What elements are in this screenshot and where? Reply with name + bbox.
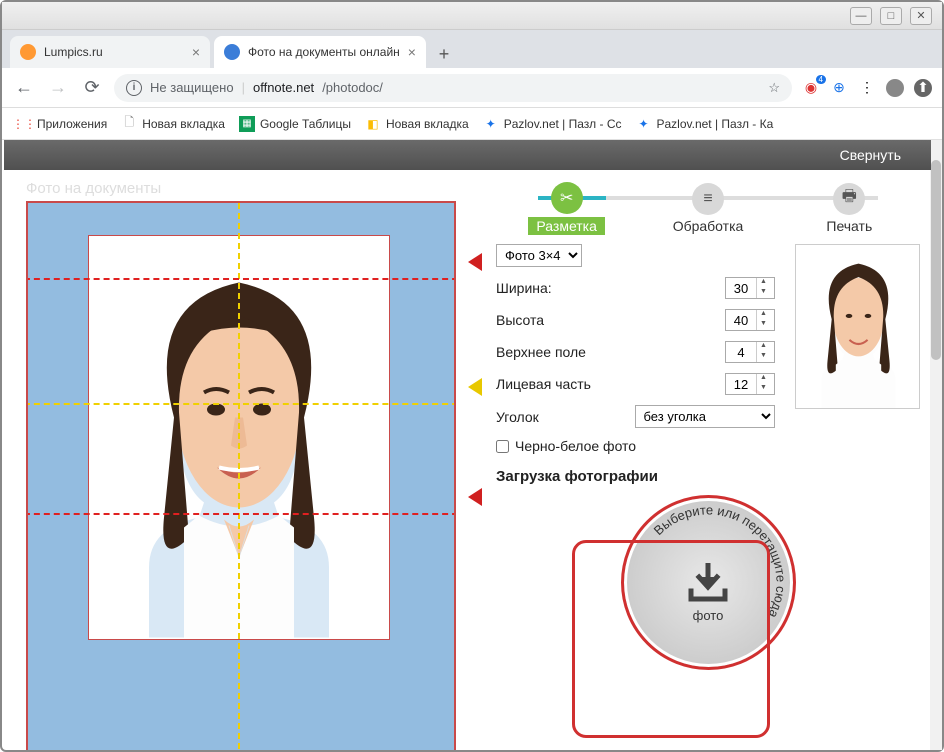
favicon-icon bbox=[20, 44, 36, 60]
arrow-eyes-icon[interactable] bbox=[468, 378, 482, 396]
bookmark-apps[interactable]: ⋮⋮Приложения bbox=[12, 114, 111, 134]
extension-icon[interactable]: ◉4 bbox=[802, 79, 820, 97]
upload-area: Выберите или перетащите сюда фото bbox=[496, 495, 920, 670]
puzzle-icon: ✦ bbox=[483, 116, 499, 132]
scrollbar[interactable] bbox=[930, 140, 942, 750]
url-host: offnote.net bbox=[253, 80, 314, 95]
wizard-steps: ✂ Разметка ≡ Обработка 🖶 Печать bbox=[496, 180, 920, 236]
tab-title: Lumpics.ru bbox=[44, 45, 103, 59]
puzzle-icon: ✦ bbox=[635, 116, 651, 132]
star-icon[interactable]: ☆ bbox=[768, 80, 780, 96]
width-label: Ширина: bbox=[496, 280, 717, 296]
controls-pane: ✂ Разметка ≡ Обработка 🖶 Печать Фото 3×4… bbox=[482, 140, 930, 750]
app-topbar: Свернуть bbox=[4, 140, 931, 170]
browser-tabs: Lumpics.ru × Фото на документы онлайн × … bbox=[2, 30, 942, 68]
page-icon: ◧ bbox=[365, 116, 381, 132]
arrow-top-icon[interactable] bbox=[468, 253, 482, 271]
step-processing[interactable]: ≡ Обработка bbox=[637, 183, 778, 234]
collapse-link[interactable]: Свернуть bbox=[840, 147, 901, 163]
url-box[interactable]: i Не защищено | offnote.net/photodoc/ ☆ bbox=[114, 74, 792, 102]
window-minimize-button[interactable]: — bbox=[850, 7, 872, 25]
top-margin-input[interactable]: ▲▼ bbox=[725, 341, 775, 363]
height-input[interactable]: ▲▼ bbox=[725, 309, 775, 331]
face-part-input[interactable]: ▲▼ bbox=[725, 373, 775, 395]
tab-photodoc[interactable]: Фото на документы онлайн × bbox=[214, 36, 426, 68]
more-icon[interactable]: ⬆ bbox=[914, 79, 932, 97]
width-input[interactable]: ▲▼ bbox=[725, 277, 775, 299]
bookmark-newtab2[interactable]: ◧Новая вкладка bbox=[361, 114, 473, 134]
bookmark-sheets[interactable]: ▦Google Таблицы bbox=[235, 114, 355, 134]
photo-frame[interactable] bbox=[26, 201, 456, 750]
address-bar: ← → ⟳ i Не защищено | offnote.net/photod… bbox=[2, 68, 942, 108]
printer-icon: 🖶 bbox=[833, 183, 865, 215]
url-path: /photodoc/ bbox=[322, 80, 383, 95]
settings-form: Фото 3×4 Ширина: ▲▼ Высота ▲▼ Верхнее по… bbox=[496, 244, 775, 454]
bw-checkbox[interactable] bbox=[496, 440, 509, 453]
window-close-button[interactable]: ✕ bbox=[910, 7, 932, 25]
corner-select[interactable]: без уголка bbox=[635, 405, 776, 428]
globe-icon[interactable]: ⊕ bbox=[830, 79, 848, 97]
corner-label: Уголок bbox=[496, 409, 627, 425]
site-info-icon[interactable]: i bbox=[126, 80, 142, 96]
page-icon: 🗋 bbox=[121, 116, 137, 132]
bookmark-pazlov1[interactable]: ✦Pazlov.net | Пазл - Сс bbox=[479, 114, 626, 134]
photo-editor-pane: Фото на документы bbox=[2, 140, 482, 750]
guide-h-eyes[interactable] bbox=[26, 403, 456, 405]
upload-heading: Загрузка фотографии bbox=[496, 468, 920, 485]
tab-close-icon[interactable]: × bbox=[408, 44, 416, 60]
pane-title: Фото на документы bbox=[26, 180, 472, 197]
face-part-label: Лицевая часть bbox=[496, 376, 717, 392]
window-titlebar: — □ ✕ bbox=[2, 2, 942, 30]
sheets-icon: ▦ bbox=[239, 116, 255, 132]
upload-curved-text: Выберите или перетащите сюда bbox=[621, 495, 796, 670]
forward-button[interactable]: → bbox=[46, 76, 70, 100]
reload-button[interactable]: ⟳ bbox=[80, 76, 104, 100]
svg-text:Выберите или перетащите сюда: Выберите или перетащите сюда bbox=[650, 502, 788, 621]
upload-center-label: фото bbox=[693, 608, 724, 623]
scrollbar-thumb[interactable] bbox=[931, 160, 941, 360]
menu-icon[interactable]: ⋮ bbox=[858, 79, 876, 97]
favicon-icon bbox=[224, 44, 240, 60]
step-markup[interactable]: ✂ Разметка bbox=[496, 182, 637, 235]
window-maximize-button[interactable]: □ bbox=[880, 7, 902, 25]
guide-h-top[interactable] bbox=[26, 278, 456, 280]
tab-lumpics[interactable]: Lumpics.ru × bbox=[10, 36, 210, 68]
bookmarks-bar: ⋮⋮Приложения 🗋Новая вкладка ▦Google Табл… bbox=[2, 108, 942, 140]
avatar-icon[interactable] bbox=[886, 79, 904, 97]
tab-title: Фото на документы онлайн bbox=[248, 45, 400, 59]
security-status: Не защищено bbox=[150, 80, 234, 95]
sliders-icon: ≡ bbox=[692, 183, 724, 215]
upload-button[interactable]: Выберите или перетащите сюда фото bbox=[621, 495, 796, 670]
height-label: Высота bbox=[496, 312, 717, 328]
step-print[interactable]: 🖶 Печать bbox=[779, 183, 920, 234]
back-button[interactable]: ← bbox=[12, 76, 36, 100]
page-content: Свернуть Фото на документы bbox=[2, 140, 942, 750]
preview-thumbnail bbox=[795, 244, 920, 409]
guide-h-chin[interactable] bbox=[26, 513, 456, 515]
bw-label: Черно-белое фото bbox=[515, 438, 636, 454]
apps-icon: ⋮⋮ bbox=[16, 116, 32, 132]
bookmark-newtab1[interactable]: 🗋Новая вкладка bbox=[117, 114, 229, 134]
top-margin-label: Верхнее поле bbox=[496, 344, 717, 360]
new-tab-button[interactable]: + bbox=[430, 40, 458, 68]
size-select[interactable]: Фото 3×4 bbox=[496, 244, 582, 267]
settings-row: Фото 3×4 Ширина: ▲▼ Высота ▲▼ Верхнее по… bbox=[496, 244, 920, 454]
toolbar-icons: ◉4 ⊕ ⋮ ⬆ bbox=[802, 79, 932, 97]
arrow-chin-icon[interactable] bbox=[468, 488, 482, 506]
tab-close-icon[interactable]: × bbox=[192, 44, 200, 60]
guide-v-center[interactable] bbox=[238, 203, 240, 750]
crop-icon: ✂ bbox=[551, 182, 583, 214]
bookmark-pazlov2[interactable]: ✦Pazlov.net | Пазл - Ка bbox=[631, 114, 777, 134]
